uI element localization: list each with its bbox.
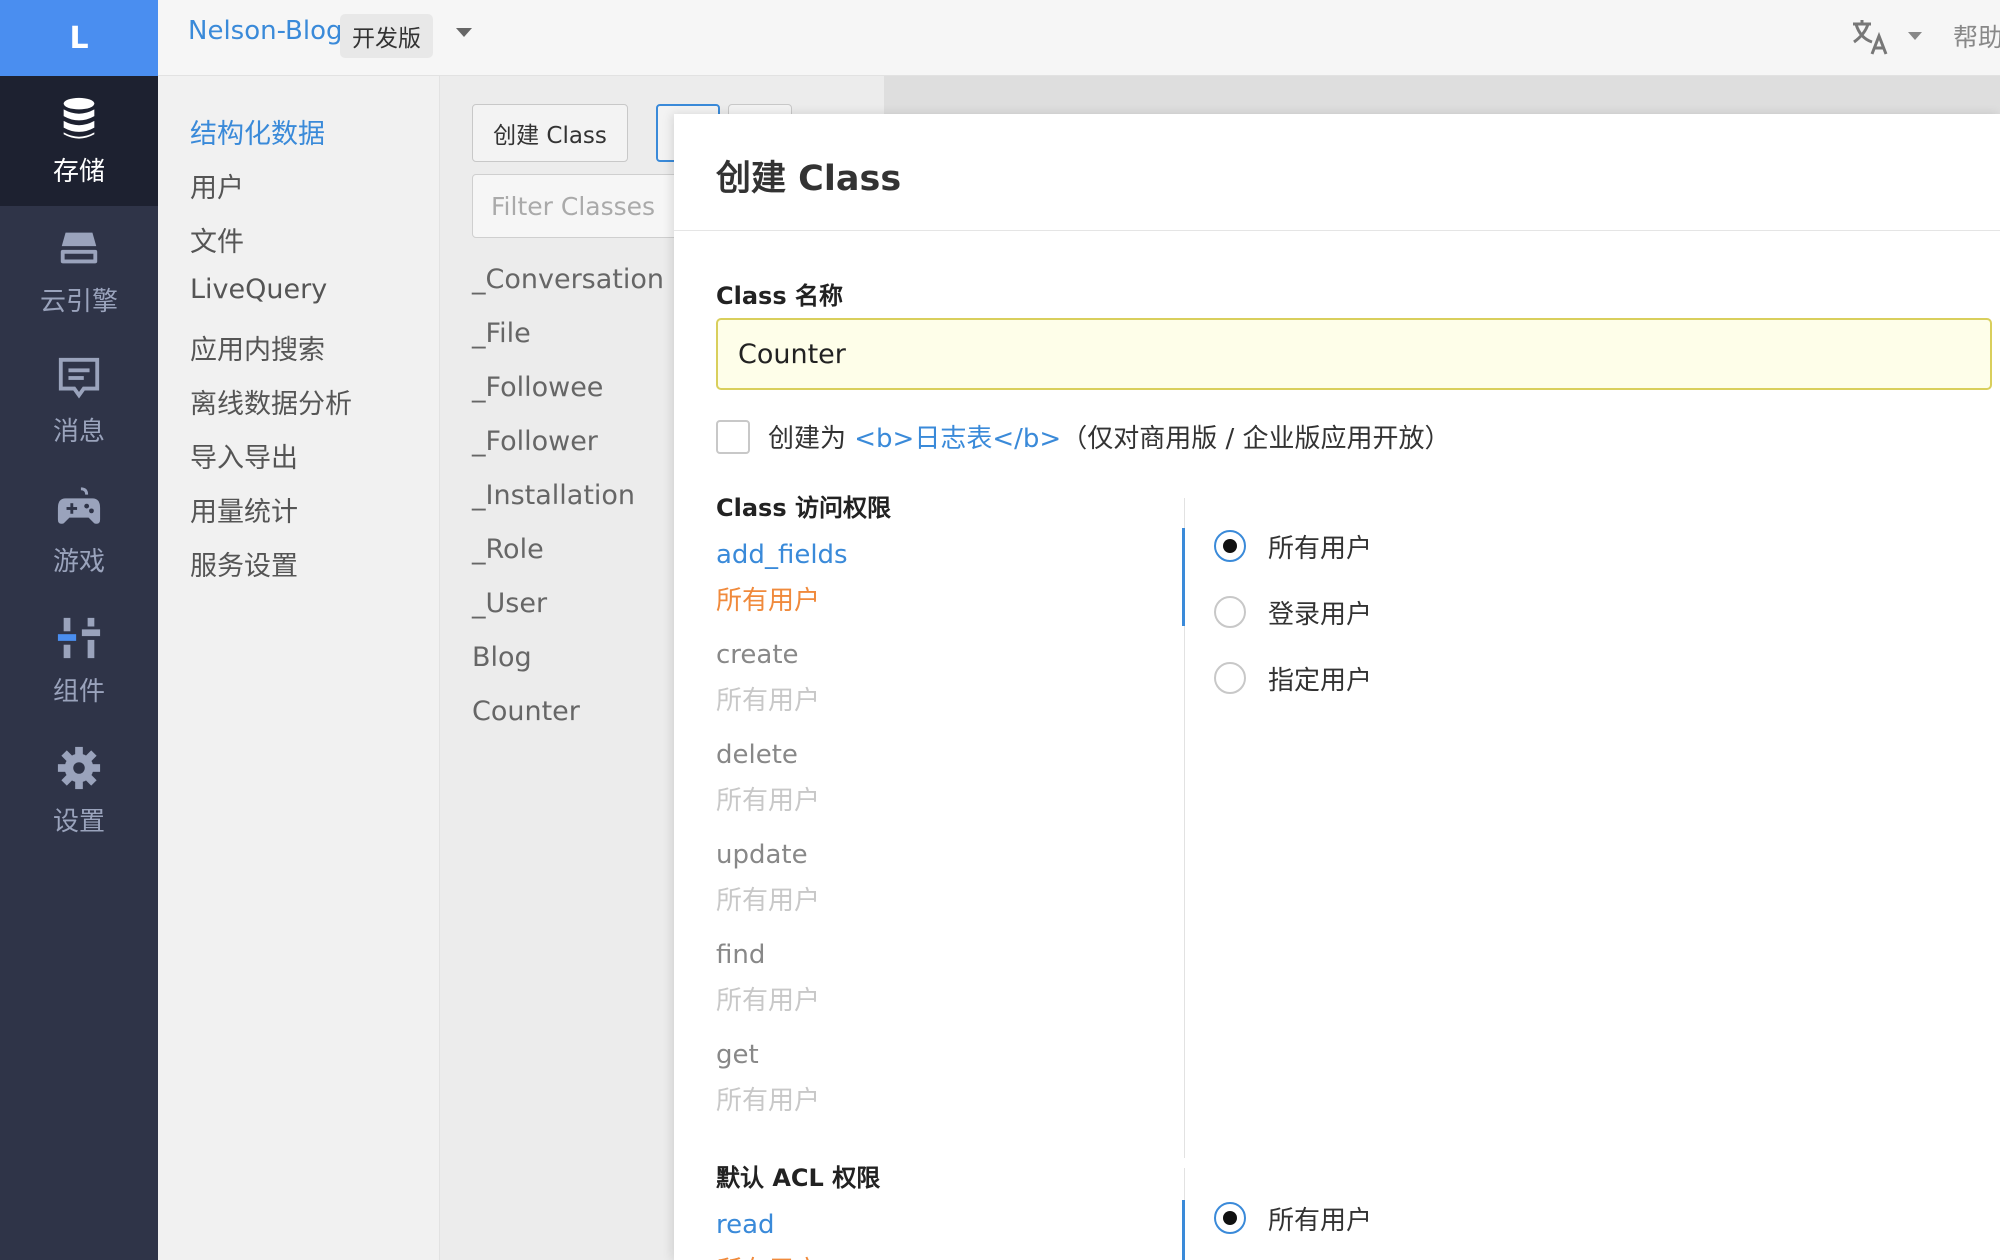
nav-item-cloud-engine[interactable]: 云引擎 [0, 206, 158, 336]
permission-value[interactable]: 所有用户 [716, 780, 820, 817]
acl-permission-value[interactable]: 所有用户 [716, 1250, 820, 1260]
nav-item-label: 消息 [52, 416, 105, 447]
submenu-item-service-settings[interactable]: 服务设置 [190, 544, 298, 583]
create-class-button[interactable]: 创建 Class [472, 104, 628, 162]
radio-specified-users[interactable] [1214, 662, 1246, 694]
permission-value[interactable]: 所有用户 [716, 1080, 820, 1117]
permission-name[interactable]: update [716, 840, 808, 870]
class-item[interactable]: _File [472, 318, 531, 349]
permission-name[interactable]: create [716, 640, 799, 670]
help-link[interactable]: 帮助 [1953, 18, 2000, 54]
radio-label: 所有用户 [1268, 534, 1373, 564]
server-icon [60, 232, 98, 263]
active-permission-indicator [1182, 528, 1185, 626]
permission-name[interactable]: delete [716, 740, 798, 770]
class-name-label: Class 名称 [716, 282, 843, 310]
submenu-item-files[interactable]: 文件 [190, 220, 244, 259]
radio-label: 指定用户 [1268, 666, 1373, 696]
class-item[interactable]: _Follower [472, 426, 598, 457]
submenu-item-import-export[interactable]: 导入导出 [190, 436, 298, 475]
radio-logged-in-users[interactable] [1214, 596, 1246, 628]
main-nav: L 存储 云引擎 消息 游戏 组件 设置 [0, 0, 158, 1260]
permission-name[interactable]: find [716, 940, 765, 970]
permission-value[interactable]: 所有用户 [716, 580, 820, 617]
create-class-modal: 创建 Class Class 名称 Counter 创建为 <b>日志表</b>… [674, 114, 2000, 1260]
radio-all-users[interactable] [1214, 530, 1246, 562]
submenu-item-livequery[interactable]: LiveQuery [190, 274, 327, 305]
permission-value[interactable]: 所有用户 [716, 980, 820, 1017]
permission-value[interactable]: 所有用户 [716, 880, 820, 917]
acl-radio-all-users[interactable] [1214, 1202, 1246, 1234]
app-name-link[interactable]: Nelson-Blog [188, 16, 343, 46]
class-item[interactable]: _Conversation [472, 264, 664, 295]
submenu-item-users[interactable]: 用户 [190, 166, 244, 205]
translate-icon[interactable] [1850, 16, 1890, 56]
permission-name[interactable]: get [716, 1040, 759, 1070]
default-acl-label: 默认 ACL 权限 [716, 1164, 881, 1192]
app-logo[interactable]: L [0, 0, 158, 76]
submenu-item-offline-analysis[interactable]: 离线数据分析 [190, 382, 352, 421]
class-item[interactable]: _Installation [472, 480, 635, 511]
gear-icon [57, 746, 101, 789]
nav-item-label: 游戏 [52, 546, 105, 577]
nav-item-messages[interactable]: 消息 [0, 336, 158, 466]
top-bar: Nelson-Blog 开发版 帮助 [158, 0, 2000, 76]
class-item[interactable]: _User [472, 588, 547, 619]
nav-item-label: 云引擎 [39, 286, 118, 317]
checkbox-prefix: 创建为 [768, 424, 855, 454]
env-badge[interactable]: 开发版 [340, 14, 433, 58]
checkbox-suffix: （仅对商用版 / 企业版应用开放） [1061, 424, 1451, 454]
modal-title: 创建 Class [716, 159, 902, 199]
nav-item-label: 组件 [52, 676, 105, 707]
radio-label: 登录用户 [1268, 600, 1373, 630]
class-item[interactable]: Blog [472, 642, 532, 673]
gamepad-icon [57, 486, 101, 524]
submenu-item-search[interactable]: 应用内搜索 [190, 328, 325, 367]
submenu-item-structured-data[interactable]: 结构化数据 [190, 112, 325, 151]
submenu-item-usage-stats[interactable]: 用量统计 [190, 490, 298, 529]
nav-item-components[interactable]: 组件 [0, 596, 158, 726]
nav-item-games[interactable]: 游戏 [0, 466, 158, 596]
sliders-icon [57, 617, 101, 658]
chevron-down-icon[interactable] [456, 28, 472, 37]
permission-name[interactable]: add_fields [716, 540, 848, 570]
log-table-checkbox-label: 创建为 <b>日志表</b>（仅对商用版 / 企业版应用开放） [768, 418, 1450, 455]
active-acl-indicator [1182, 1200, 1185, 1260]
storage-submenu: 结构化数据 用户 文件 LiveQuery 应用内搜索 离线数据分析 导入导出 … [158, 76, 440, 1260]
log-table-checkbox[interactable] [716, 420, 750, 454]
class-item[interactable]: Counter [472, 696, 580, 727]
log-table-link[interactable]: <b>日志表</b> [854, 424, 1061, 454]
nav-item-label: 存储 [52, 156, 105, 187]
radio-label: 所有用户 [1268, 1206, 1373, 1236]
class-item[interactable]: _Followee [472, 372, 603, 403]
modal-divider [674, 230, 2000, 231]
permission-value[interactable]: 所有用户 [716, 680, 820, 717]
nav-item-label: 设置 [52, 806, 105, 837]
class-item[interactable]: _Role [472, 534, 544, 565]
database-icon [63, 97, 95, 139]
class-name-input[interactable]: Counter [716, 318, 1992, 390]
class-access-label: Class 访问权限 [716, 494, 891, 522]
nav-item-settings[interactable]: 设置 [0, 726, 158, 856]
acl-permission-name[interactable]: read [716, 1210, 775, 1240]
chevron-down-icon[interactable] [1908, 32, 1922, 40]
nav-item-storage[interactable]: 存储 [0, 76, 158, 206]
message-icon [58, 357, 100, 399]
